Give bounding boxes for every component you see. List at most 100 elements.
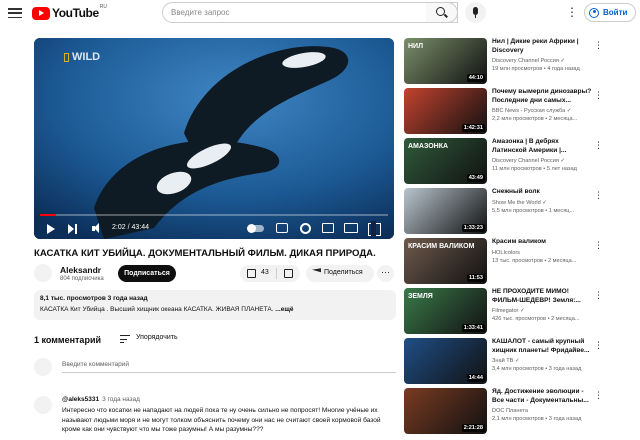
video-title: КАСАТКА КИТ УБИЙЦА. ДОКУМЕНТАЛЬНЫЙ ФИЛЬМ…	[34, 248, 376, 259]
comment-text: Интересно что косатки не нападают на люд…	[62, 407, 381, 433]
voice-search-icon[interactable]	[465, 2, 486, 23]
video-meta: 3,4 млн просмотров • 3 года назад	[492, 366, 582, 372]
comment-author[interactable]: @aleks5331	[62, 396, 99, 403]
comment-header: @aleks5331 3 года назад	[62, 396, 140, 403]
video-duration: 43:49	[466, 174, 485, 182]
recommended-video[interactable]: 1:33:23 Снежный волк Show Me the World ✓ 5,…	[404, 188, 610, 234]
channel-name[interactable]: BBC News - Русская служба ✓	[492, 108, 572, 114]
video-thumbnail[interactable]: 14:44	[404, 338, 487, 384]
like-dislike-group: 43	[240, 265, 300, 282]
video-title[interactable]: Почему вымерли динозавры? Последние дни …	[492, 88, 594, 105]
channel-name[interactable]: Discovery Channel Россия ✓	[492, 58, 565, 64]
share-icon	[312, 269, 321, 277]
subscribe-button[interactable]: Подписаться	[118, 265, 176, 282]
signin-button[interactable]: Войти	[584, 3, 636, 22]
video-thumbnail[interactable]: НИЛ 44:10	[404, 38, 487, 84]
time-display: 2:02 / 43:44	[112, 224, 149, 231]
account-icon	[589, 7, 599, 18]
search-input[interactable]	[163, 8, 403, 17]
channel-name[interactable]: Aleksandr	[60, 265, 101, 275]
more-options-icon[interactable]: ⋮	[594, 40, 603, 52]
video-title[interactable]: Амазонка | В дебрях Латинской Америки |.…	[492, 138, 594, 155]
comment-date[interactable]: 3 года назад	[102, 396, 140, 403]
miniplayer-icon[interactable]	[322, 223, 334, 233]
video-title[interactable]: КАШАЛОТ - самый крупный хищник планеты! …	[492, 338, 594, 355]
settings-menu-icon[interactable]: ⋮	[566, 5, 578, 21]
more-options-icon[interactable]: ⋮	[594, 390, 603, 402]
video-meta: 5,5 млн просмотров • 1 месяц...	[492, 208, 575, 214]
recommended-video[interactable]: НИЛ 44:10 Нил | Дикие реки Африки | Discov…	[404, 38, 610, 84]
youtube-logo[interactable]: YouTube RU	[32, 4, 107, 20]
description-box[interactable]: 8,1 тыс. просмотров 3 года назад КАСАТКА…	[34, 290, 396, 320]
video-thumbnail[interactable]: КРАСИМ ВАЛИКОМ 11:53	[404, 238, 487, 284]
more-options-icon[interactable]: ⋮	[594, 240, 603, 252]
channel-name[interactable]: HOLIcolors	[492, 250, 520, 256]
video-thumbnail[interactable]: 1:33:23	[404, 188, 487, 234]
show-more-link[interactable]: ...ещё	[275, 306, 293, 313]
more-actions-button[interactable]: ···	[377, 265, 394, 282]
logo-text: YouTube	[52, 6, 99, 20]
video-title[interactable]: Снежный волк	[492, 188, 594, 197]
video-thumbnail[interactable]: 1:42:31	[404, 88, 487, 134]
more-options-icon[interactable]: ⋮	[594, 90, 603, 102]
video-thumbnail[interactable]: ЗЕМЛЯ 1:33:41	[404, 288, 487, 334]
channel-name[interactable]: DOC Планета	[492, 408, 528, 414]
channel-name[interactable]: Show Me the World ✓	[492, 200, 547, 206]
commenter-avatar[interactable]	[34, 396, 52, 414]
view-count-date: 8,1 тыс. просмотров 3 года назад	[40, 295, 148, 302]
like-button[interactable]: 43	[240, 265, 276, 282]
next-icon[interactable]	[68, 222, 78, 236]
recommended-video[interactable]: КРАСИМ ВАЛИКОМ 11:53 Красим валиком HOLIcol…	[404, 238, 610, 284]
recommended-video[interactable]: ЗЕМЛЯ 1:33:41 НЕ ПРОХОДИТЕ МИМО! ФИЛЬМ-ШЕД…	[404, 288, 610, 334]
autoplay-toggle[interactable]	[247, 223, 264, 233]
signin-label: Войти	[603, 8, 628, 17]
more-options-icon[interactable]: ⋮	[594, 140, 603, 152]
recommended-video[interactable]: 2:21:28 Яд. Достижение эволюции - Все час…	[404, 388, 610, 434]
player-controls: 2:02 / 43:44	[34, 219, 394, 239]
recommended-video[interactable]: 14:44 КАШАЛОТ - самый крупный хищник план…	[404, 338, 610, 384]
dislike-button[interactable]	[277, 265, 300, 282]
like-count: 43	[261, 269, 269, 276]
video-duration: 2:21:28	[461, 424, 485, 432]
gear-icon[interactable]	[300, 223, 311, 234]
video-meta: 13 тыс. просмотров • 2 месяца...	[492, 258, 577, 264]
play-icon[interactable]	[46, 222, 56, 236]
search-button[interactable]	[426, 2, 458, 23]
recommended-video[interactable]: 1:42:31 Почему вымерли динозавры? Последн…	[404, 88, 610, 134]
comments-count: 1 комментарий	[34, 335, 102, 345]
video-duration: 1:33:23	[461, 224, 485, 232]
more-options-icon[interactable]: ⋮	[594, 190, 603, 202]
video-duration: 1:42:31	[461, 124, 485, 132]
progress-bar[interactable]	[40, 214, 388, 216]
video-thumbnail[interactable]: 2:21:28	[404, 388, 487, 434]
video-meta: 426 тыс. просмотров • 2 месяца...	[492, 316, 580, 322]
video-title[interactable]: Яд. Достижение эволюции - Все части - До…	[492, 388, 594, 405]
theater-mode-icon[interactable]	[344, 223, 358, 233]
channel-watermark: WILD	[64, 51, 100, 63]
add-comment-input[interactable]: Введите комментарий	[62, 359, 396, 373]
video-title[interactable]: Красим валиком	[492, 238, 594, 247]
channel-avatar[interactable]	[34, 264, 52, 282]
share-button[interactable]: Поделиться	[306, 265, 374, 282]
channel-name[interactable]: Discovery Channel Россия ✓	[492, 158, 565, 164]
video-player[interactable]: WILD 2:02 / 43:44	[34, 38, 394, 239]
subscriber-count: 804 подписчика	[60, 276, 104, 282]
video-frame	[34, 38, 394, 239]
fullscreen-icon[interactable]	[368, 221, 381, 236]
description-snippet: КАСАТКА Кит Убийца . Высший хищник океан…	[40, 306, 276, 313]
volume-icon[interactable]	[92, 222, 103, 236]
recommended-video[interactable]: АМАЗОНКА 43:49 Амазонка | В дебрях Латинск…	[404, 138, 610, 184]
video-meta: 2,1 млн просмотров • 3 года назад	[492, 416, 582, 422]
watermark-text: WILD	[72, 51, 101, 63]
channel-name[interactable]: Знай ТВ ✓	[492, 358, 520, 364]
video-title[interactable]: НЕ ПРОХОДИТЕ МИМО! ФИЛЬМ-ШЕДЕВР! Земля:.…	[492, 288, 594, 305]
more-options-icon[interactable]: ⋮	[594, 290, 603, 302]
sort-comments-button[interactable]: Упорядочить	[120, 334, 190, 346]
subtitles-icon[interactable]	[276, 223, 288, 233]
video-thumbnail[interactable]: АМАЗОНКА 43:49	[404, 138, 487, 184]
video-title[interactable]: Нил | Дикие реки Африки | Discovery	[492, 38, 594, 55]
more-options-icon[interactable]: ⋮	[594, 340, 603, 352]
menu-icon[interactable]	[8, 6, 22, 20]
channel-name[interactable]: Filmegator ✓	[492, 308, 525, 314]
thumbnail-caption: КРАСИМ ВАЛИКОМ	[408, 243, 475, 250]
